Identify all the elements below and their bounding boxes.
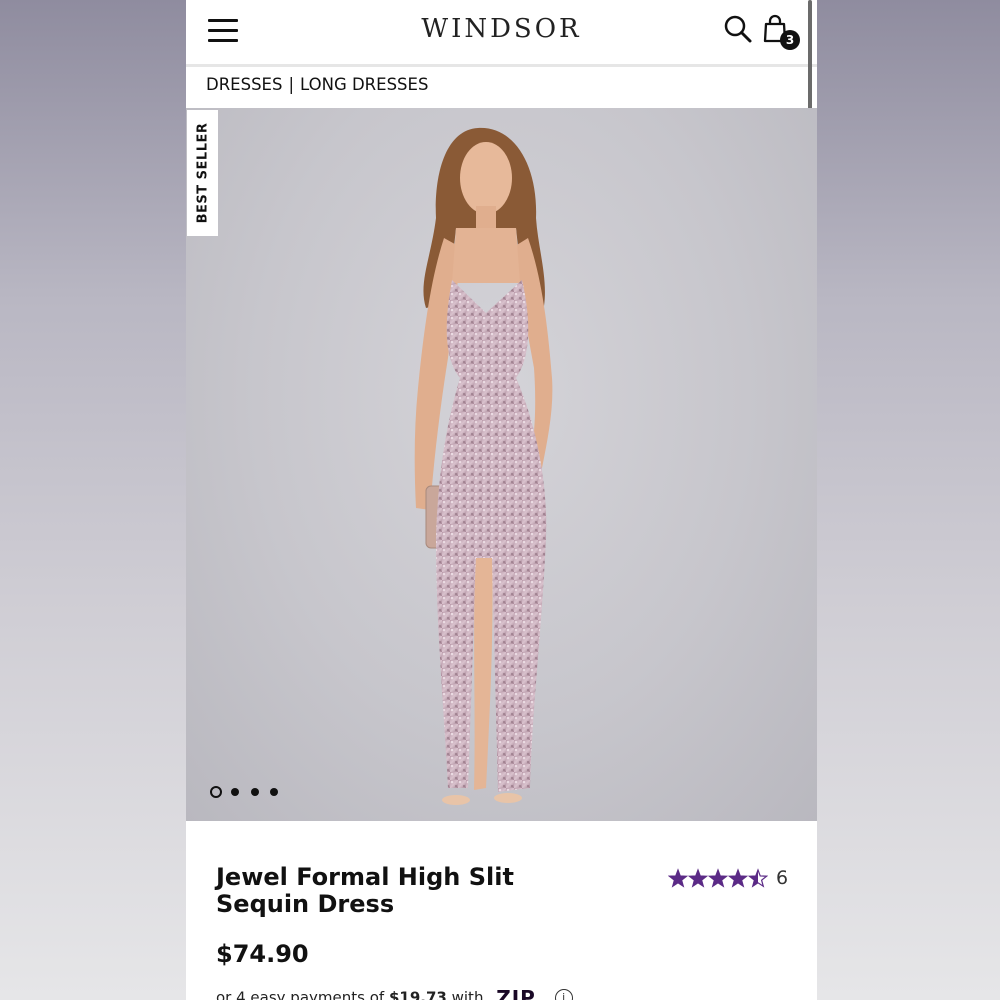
star-icon xyxy=(668,868,689,888)
zip-logo[interactable]: ZIP xyxy=(496,986,536,1000)
info-icon[interactable]: i xyxy=(554,989,573,1000)
carousel-dot[interactable] xyxy=(231,788,239,796)
carousel-dot[interactable] xyxy=(270,788,278,796)
cart-count-badge: 3 xyxy=(780,30,800,50)
breadcrumb-long-dresses[interactable]: LONG DRESSES xyxy=(300,75,428,94)
star-icon xyxy=(707,868,729,888)
model-in-dress-illustration xyxy=(414,127,553,805)
installment-amount: $19.73 xyxy=(388,988,447,1000)
star-icon xyxy=(687,868,709,888)
product-price: $74.90 xyxy=(216,940,309,968)
installment-info: or 4 easy payments of $19.73 with ZIP i xyxy=(216,986,573,1000)
breadcrumb: DRESSES | LONG DRESSES xyxy=(206,75,428,94)
product-image[interactable]: BEST SELLER xyxy=(186,108,817,821)
star-icon xyxy=(747,868,768,888)
product-title: Jewel Formal High Slit Sequin Dress xyxy=(216,863,514,918)
header-divider xyxy=(186,64,817,67)
star-rating xyxy=(668,868,768,888)
installment-suffix: with xyxy=(451,988,484,1000)
breadcrumb-separator: | xyxy=(288,75,295,94)
star-icon xyxy=(727,868,749,888)
carousel-dot[interactable] xyxy=(210,786,222,798)
best-seller-label: BEST SELLER xyxy=(195,122,210,224)
scrollbar[interactable] xyxy=(808,0,812,122)
review-count[interactable]: 6 xyxy=(776,867,788,889)
cart-button[interactable]: 3 xyxy=(760,12,800,52)
product-page: WINDSOR 3 DRESSES | LONG DRESSES BEST SE… xyxy=(186,0,817,1000)
breadcrumb-dresses[interactable]: DRESSES xyxy=(206,75,282,94)
best-seller-badge: BEST SELLER xyxy=(187,110,218,236)
top-header: WINDSOR 3 xyxy=(186,0,817,64)
carousel-dot[interactable] xyxy=(251,788,259,796)
installment-prefix: or 4 easy payments of xyxy=(216,988,385,1000)
search-icon[interactable] xyxy=(723,14,753,44)
